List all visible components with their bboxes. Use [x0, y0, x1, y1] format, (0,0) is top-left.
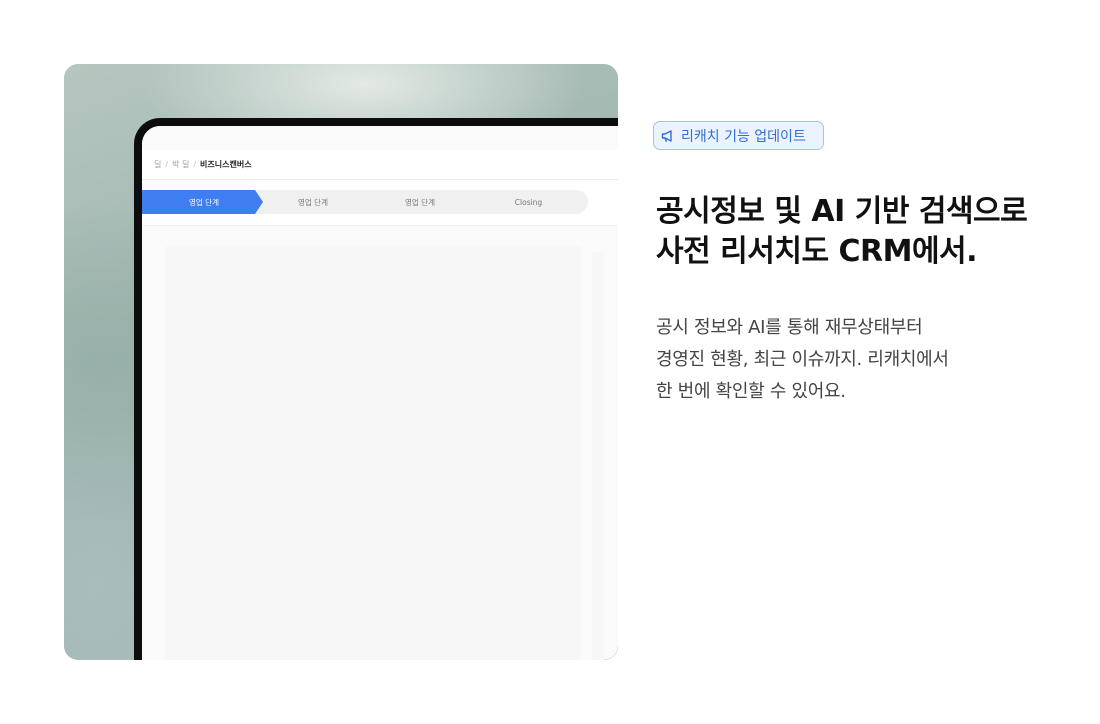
tablet-device: 딜 / 박 딜 / 비즈니스캔버스 영업 단계 영업 단계 영업 단계 Clos…: [134, 118, 618, 660]
pipeline-step-label: 영업 단계: [298, 197, 328, 207]
breadcrumb-item-current: 비즈니스캔버스: [200, 160, 252, 169]
breadcrumb-item-deal[interactable]: 딜: [154, 159, 161, 170]
headline: 공시정보 및 AI 기반 검색으로 사전 리서치도 CRM에서.: [656, 192, 1076, 272]
breadcrumb: 딜 / 박 딜 / 비즈니스캔버스: [142, 150, 618, 180]
breadcrumb-separator: /: [193, 160, 197, 169]
update-badge: 리캐치 기능 업데이트: [653, 121, 824, 150]
content-panel: [165, 246, 581, 660]
breadcrumb-item-park-deal[interactable]: 박 딜: [172, 159, 189, 170]
headline-line-1: 공시정보 및 AI 기반 검색으로: [656, 194, 1028, 229]
description: 공시 정보와 AI를 통해 재무상태부터 경영진 현황, 최근 이슈까지. 리캐…: [656, 312, 1056, 408]
pipeline-step-label: Closing: [514, 197, 543, 207]
pipeline-stepbar: 영업 단계 영업 단계 영업 단계 Closing: [142, 180, 618, 226]
pipeline-step-label: 영업 단계: [189, 197, 219, 207]
hero-image: 딜 / 박 딜 / 비즈니스캔버스 영업 단계 영업 단계 영업 단계 Clos…: [64, 64, 618, 660]
pipeline-step-label: 영업 단계: [405, 197, 435, 207]
pipeline-step-4[interactable]: Closing: [469, 190, 588, 214]
pipeline-step-3[interactable]: 영업 단계: [362, 190, 478, 214]
side-panel: [592, 252, 604, 660]
app-topbar: [142, 126, 618, 150]
pipeline-step-1[interactable]: 영업 단계: [142, 190, 266, 214]
description-line-2: 경영진 현황, 최근 이슈까지. 리캐치에서: [656, 349, 949, 370]
pipeline-steps: 영업 단계 영업 단계 영업 단계 Closing: [142, 190, 588, 214]
megaphone-icon: [661, 129, 672, 142]
description-line-3: 한 번에 확인할 수 있어요.: [656, 381, 846, 402]
description-line-1: 공시 정보와 AI를 통해 재무상태부터: [656, 317, 923, 338]
pipeline-step-2[interactable]: 영업 단계: [255, 190, 371, 214]
app-screen: 딜 / 박 딜 / 비즈니스캔버스 영업 단계 영업 단계 영업 단계 Clos…: [142, 126, 618, 660]
update-badge-label: 리캐치 기능 업데이트: [681, 128, 806, 145]
breadcrumb-separator: /: [165, 160, 169, 169]
headline-line-2: 사전 리서치도 CRM에서.: [656, 234, 978, 269]
